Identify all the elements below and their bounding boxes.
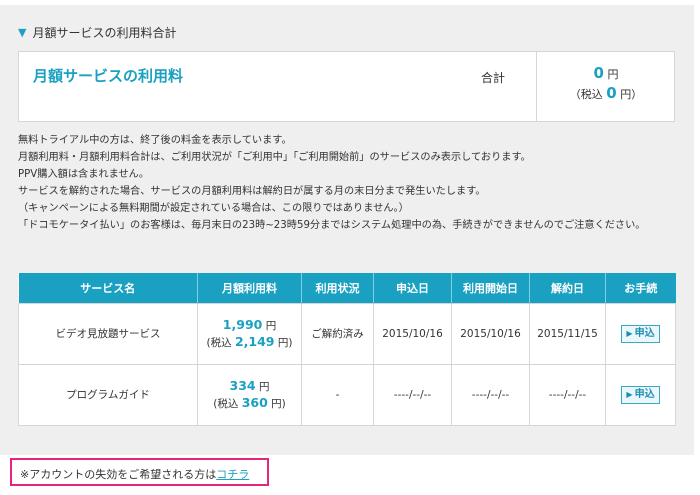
- service-table: サービス名 月額利用料 利用状況 申込日 利用開始日 解約日 お手続 ビデオ見放…: [18, 273, 676, 426]
- note-line: PPV購入額は含まれません。: [18, 169, 150, 180]
- header-monthly-fee: 月額利用料: [197, 273, 302, 303]
- cell-cancel-date: 2015/11/15: [529, 302, 606, 365]
- tax-price-value: 360: [241, 394, 268, 410]
- header-action: お手続: [605, 273, 676, 303]
- cell-applied-date: 2015/10/16: [373, 302, 452, 365]
- cell-service-name: ビデオ見放題サービス: [18, 302, 198, 365]
- apply-button-label: 申込: [634, 388, 655, 400]
- tax-prefix: （税込: [569, 88, 603, 101]
- cell-monthly-fee: 1,990 円 (税込 2,149 円): [197, 302, 302, 365]
- note-line: サービスを解約された場合、サービスの月額利用料は解約日が属する月の末日分まで発生…: [18, 186, 486, 197]
- tax-suffix: 円): [277, 336, 293, 349]
- apply-button[interactable]: ▶ 申込: [621, 324, 660, 343]
- monthly-summary-panel: ▼ 月額サービスの利用料合計 月額サービスの利用料 合計 0 円 （税込 0 円…: [0, 5, 694, 455]
- section-title: 月額サービスの利用料合計: [32, 26, 177, 40]
- table-header-row: サービス名 月額利用料 利用状況 申込日 利用開始日 解約日 お手続: [18, 273, 676, 303]
- price-unit: 円: [265, 319, 277, 332]
- cell-monthly-fee: 334 円 (税込 360 円): [197, 363, 302, 426]
- header-status: 利用状況: [301, 273, 374, 303]
- account-deactivation-note: ※アカウントの失効をご希望される方はコチラ: [10, 458, 269, 486]
- tax-suffix: 円）: [620, 88, 643, 101]
- table-row: プログラムガイド 334 円 (税込 360 円) - ----/--/-- -…: [18, 363, 676, 426]
- cell-cancel-date: ----/--/--: [529, 363, 606, 426]
- tax-price-value: 2,149: [234, 333, 275, 349]
- deactivation-link[interactable]: コチラ: [216, 468, 249, 481]
- apply-button-label: 申込: [634, 327, 655, 339]
- footer-text: ※アカウントの失効をご希望される方は: [20, 468, 217, 481]
- cell-status: -: [301, 363, 374, 426]
- note-line: 月額利用料・月額利用料合計は、ご利用状況が「ご利用中」「ご利用開始前」のサービス…: [18, 152, 531, 163]
- header-applied-date: 申込日: [373, 273, 452, 303]
- section-heading: ▼ 月額サービスの利用料合計: [18, 24, 176, 41]
- cell-applied-date: ----/--/--: [373, 363, 452, 426]
- tax-amount-value: 0: [606, 84, 617, 102]
- tax-prefix: (税込: [206, 336, 232, 349]
- notes-block: 無料トライアル中の方は、終了後の料金を表示しています。 月額利用料・月額利用料合…: [18, 132, 678, 234]
- total-amount: 0 円 （税込 0 円）: [537, 64, 675, 104]
- total-amount-value: 0: [593, 64, 604, 82]
- cell-start-date: 2015/10/16: [451, 302, 530, 365]
- cell-action: ▶ 申込: [605, 363, 676, 426]
- summary-service-title: 月額サービスの利用料: [33, 67, 184, 85]
- table-row: ビデオ見放題サービス 1,990 円 (税込 2,149 円) ご解約済み 20…: [18, 302, 676, 365]
- note-line: （キャンペーンによる無料期間が設定されている場合は、この限りではありません。）: [18, 203, 409, 214]
- note-line: 「ドコモケータイ払い」のお客様は、毎月末日の23時~23時59分まではシステム処…: [18, 220, 646, 231]
- total-summary-box: 月額サービスの利用料 合計 0 円 （税込 0 円）: [18, 51, 675, 122]
- note-line: 無料トライアル中の方は、終了後の料金を表示しています。: [18, 135, 292, 146]
- apply-button[interactable]: ▶ 申込: [621, 385, 660, 404]
- price-value: 1,990: [222, 316, 263, 332]
- tax-suffix: 円): [271, 397, 286, 410]
- total-amount-unit: 円: [607, 68, 619, 81]
- header-cancel-date: 解約日: [529, 273, 606, 303]
- cell-action: ▶ 申込: [605, 302, 676, 365]
- cell-service-name: プログラムガイド: [18, 363, 198, 426]
- triangle-down-icon: ▼: [18, 26, 27, 39]
- cell-start-date: ----/--/--: [451, 363, 530, 426]
- tax-prefix: (税込: [213, 397, 239, 410]
- cell-status: ご解約済み: [301, 302, 374, 365]
- play-arrow-icon: ▶: [626, 328, 633, 338]
- price-value: 334: [229, 377, 256, 393]
- play-arrow-icon: ▶: [626, 389, 633, 399]
- header-start-date: 利用開始日: [451, 273, 530, 303]
- total-label: 合計: [481, 71, 506, 85]
- header-service-name: サービス名: [18, 273, 198, 303]
- price-unit: 円: [258, 380, 270, 393]
